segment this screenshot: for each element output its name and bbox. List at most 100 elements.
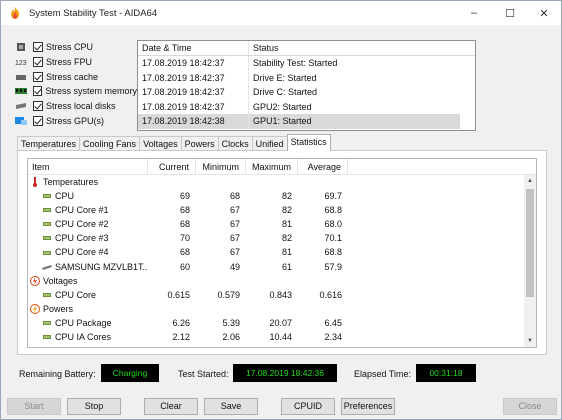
- tab-temperatures[interactable]: Temperatures: [17, 136, 81, 151]
- statistics-row[interactable]: CPU Package 6.26 5.39 20.07 6.45: [28, 316, 536, 330]
- statistics-row[interactable]: CPU Core #1 68 67 82 68.8: [28, 203, 536, 217]
- stress-cpu-checkbox[interactable]: [33, 42, 43, 53]
- tab-voltages[interactable]: Voltages: [139, 136, 182, 151]
- stress-options: Stress CPU 123 Stress FPU Stress cache S…: [15, 40, 137, 128]
- stat-average: 57.9: [324, 261, 342, 272]
- hard-disk-icon: [15, 101, 27, 111]
- start-button[interactable]: Start: [7, 398, 61, 415]
- stat-maximum: [246, 302, 298, 316]
- stat-item: CPU IA Cores: [28, 330, 148, 344]
- close-button[interactable]: Close: [503, 398, 557, 415]
- stress-fpu-checkbox[interactable]: [33, 57, 43, 68]
- column-current[interactable]: Current: [148, 159, 196, 174]
- stat-current: 70: [179, 233, 190, 244]
- column-minimum[interactable]: Minimum: [196, 159, 246, 174]
- cpu-chip-icon: [15, 42, 27, 52]
- elapsed-value: 00:31:18: [416, 364, 476, 382]
- stress-disks-option[interactable]: Stress local disks: [15, 99, 137, 114]
- clear-button[interactable]: Clear: [144, 398, 198, 415]
- stat-current: 68: [179, 247, 190, 258]
- cpuid-button[interactable]: CPUID: [281, 398, 335, 415]
- log-column-datetime[interactable]: Date & Time: [138, 41, 249, 55]
- stat-item-label: CPU Core #4: [55, 247, 109, 258]
- log-row-selected[interactable]: 17.08.2019 18:42:38 GPU1: Started: [138, 114, 460, 129]
- stat-minimum: 49: [229, 261, 240, 272]
- stop-button[interactable]: Stop: [67, 398, 121, 415]
- log-row[interactable]: 17.08.2019 18:42:37 GPU2: Started: [138, 99, 475, 114]
- chip-icon: [42, 219, 52, 229]
- close-window-button[interactable]: ✕: [527, 1, 561, 25]
- statistics-group-row[interactable]: Voltages: [28, 274, 536, 288]
- statistics-row[interactable]: CPU 69 68 82 69.7: [28, 189, 536, 203]
- stress-fpu-label: Stress FPU: [46, 57, 93, 68]
- statistics-row[interactable]: SAMSUNG MZVLB1T... 60 49 61 57.9: [28, 260, 536, 274]
- preferences-button[interactable]: Preferences: [341, 398, 395, 415]
- stat-average: 2.34: [324, 332, 342, 343]
- stat-item-label: CPU Core #1: [55, 205, 109, 216]
- statistics-header: Item Current Minimum Maximum Average: [28, 159, 536, 175]
- stress-cache-checkbox[interactable]: [33, 71, 43, 82]
- statistics-row[interactable]: CPU IA Cores 2.12 2.06 10.44 2.34: [28, 330, 536, 344]
- stat-maximum: 81: [281, 247, 292, 258]
- log-row[interactable]: 17.08.2019 18:42:37 Drive E: Started: [138, 70, 475, 85]
- scroll-thumb[interactable]: [526, 189, 534, 297]
- stat-item: CPU Core #4: [28, 245, 148, 259]
- stress-cache-option[interactable]: Stress cache: [15, 69, 137, 84]
- statistics-row[interactable]: CPU Core 0.615 0.579 0.843 0.616: [28, 288, 536, 302]
- log-status: Stability Test: Started: [253, 58, 338, 68]
- statistics-scrollbar[interactable]: ▲ ▼: [524, 175, 536, 347]
- stress-gpu-option[interactable]: Stress GPU(s): [15, 113, 137, 128]
- chip-icon: [42, 248, 52, 258]
- column-average[interactable]: Average: [298, 159, 348, 174]
- stress-memory-label: Stress system memory: [45, 86, 137, 97]
- stress-disks-checkbox[interactable]: [33, 101, 43, 112]
- statistics-group-row[interactable]: Powers: [28, 302, 536, 316]
- minimize-button[interactable]: –: [457, 1, 491, 25]
- save-button[interactable]: Save: [204, 398, 258, 415]
- log-column-status[interactable]: Status: [249, 41, 279, 55]
- log-row[interactable]: 17.08.2019 18:42:37 Stability Test: Star…: [138, 56, 475, 71]
- stat-minimum: 67: [229, 219, 240, 230]
- scroll-up-icon[interactable]: ▲: [524, 175, 536, 187]
- tab-cooling-fans[interactable]: Cooling Fans: [79, 136, 141, 151]
- log-status: GPU2: Started: [253, 101, 312, 112]
- statistics-group-row[interactable]: Temperatures: [28, 175, 536, 189]
- tab-statistics[interactable]: Statistics: [286, 134, 331, 151]
- title-bar[interactable]: System Stability Test - AIDA64 – ☐ ✕: [1, 1, 561, 25]
- stability-test-window: System Stability Test - AIDA64 – ☐ ✕ Str…: [0, 0, 562, 420]
- stat-minimum: 67: [229, 205, 240, 216]
- tab-powers[interactable]: Powers: [180, 136, 219, 151]
- chip-icon: [42, 191, 52, 201]
- tab-unified[interactable]: Unified: [251, 136, 288, 151]
- stress-gpu-checkbox[interactable]: [33, 115, 43, 126]
- statistics-row[interactable]: CPU Core #4 68 67 81 68.8: [28, 245, 536, 259]
- stat-maximum: 82: [281, 205, 292, 216]
- stat-item: Voltages: [28, 274, 148, 288]
- stress-fpu-option[interactable]: 123 Stress FPU: [15, 55, 137, 70]
- battery-label: Remaining Battery:: [19, 369, 96, 379]
- stat-item: Temperatures: [28, 175, 148, 189]
- log-status: Drive E: Started: [253, 72, 317, 83]
- tab-clocks[interactable]: Clocks: [217, 136, 253, 151]
- log-status: Drive C: Started: [253, 87, 318, 97]
- maximize-button[interactable]: ☐: [493, 1, 527, 25]
- stat-maximum: 61: [281, 261, 292, 272]
- stress-memory-option[interactable]: Stress system memory: [15, 84, 137, 99]
- column-maximum[interactable]: Maximum: [246, 159, 298, 174]
- event-log[interactable]: Date & Time Status 17.08.2019 18:42:37 S…: [137, 40, 476, 131]
- stat-item: CPU Package: [28, 316, 148, 330]
- statistics-row[interactable]: CPU Core #3 70 67 82 70.1: [28, 231, 536, 245]
- stress-cpu-option[interactable]: Stress CPU: [15, 40, 137, 55]
- stress-memory-checkbox[interactable]: [33, 86, 43, 97]
- stat-item: CPU Core #2: [28, 217, 148, 231]
- column-item[interactable]: Item: [28, 159, 148, 174]
- log-row[interactable]: 17.08.2019 18:42:37 Drive C: Started: [138, 85, 475, 100]
- statistics-row[interactable]: CPU Core #2 68 67 81 68.0: [28, 217, 536, 231]
- flame-icon: [9, 7, 21, 19]
- statistics-table[interactable]: Item Current Minimum Maximum Average Tem…: [27, 158, 537, 348]
- stat-maximum: [246, 274, 298, 288]
- stat-minimum: [196, 302, 246, 316]
- stat-current: 0.615: [167, 289, 190, 300]
- chip-icon: [42, 332, 52, 342]
- scroll-down-icon[interactable]: ▼: [524, 335, 536, 347]
